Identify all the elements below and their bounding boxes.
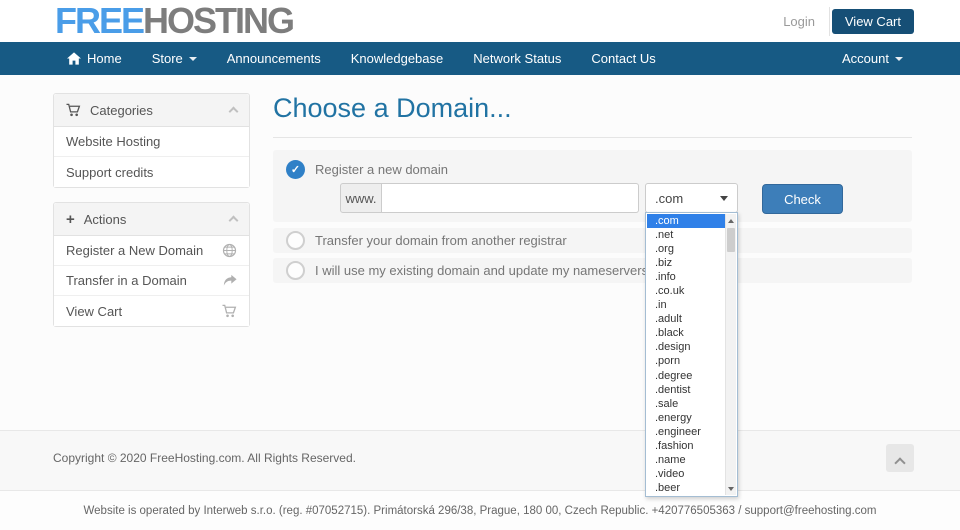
register-domain-option-row: ✓ Register a new domain: [273, 150, 912, 179]
radio-label: Transfer your domain from another regist…: [315, 233, 567, 248]
www-prefix-addon: www.: [340, 183, 382, 213]
tld-option[interactable]: .porn: [647, 354, 725, 368]
categories-panel-title: Categories: [90, 102, 153, 118]
tld-dropdown: .com .net .org .biz .info .co.uk .in .ad…: [645, 212, 738, 497]
nav-item-home[interactable]: Home: [52, 42, 137, 75]
categories-panel-header[interactable]: Categories: [54, 94, 249, 127]
actions-panel: + Actions Register a New Domain Transfer…: [53, 202, 250, 327]
dropdown-scrollbar[interactable]: [725, 214, 736, 495]
tld-option[interactable]: .design: [647, 340, 725, 354]
main-navbar: Home Store Announcements Knowledgebase N…: [0, 42, 960, 75]
action-item-transfer-domain[interactable]: Transfer in a Domain: [54, 266, 249, 296]
home-icon: [67, 52, 81, 65]
nav-item-label: Contact Us: [591, 51, 656, 66]
logo-free-text: FREE: [55, 0, 145, 41]
page-title: Choose a Domain...: [273, 93, 912, 138]
sidebar-category-item[interactable]: Support credits: [54, 157, 249, 187]
view-cart-button[interactable]: View Cart: [831, 9, 914, 34]
scroll-up-arrow-icon[interactable]: [726, 214, 736, 227]
logo-hosting-text: HOSTING: [143, 0, 295, 41]
chevron-up-icon: [228, 106, 239, 117]
tld-option[interactable]: .video: [647, 467, 725, 481]
tld-option[interactable]: .name: [647, 453, 725, 467]
nav-item-account[interactable]: Account: [827, 42, 918, 75]
plus-icon: +: [66, 210, 75, 228]
categories-list: Website Hosting Support credits: [54, 127, 249, 187]
caret-down-icon: [720, 195, 728, 201]
domain-name-input[interactable]: [382, 183, 639, 213]
check-button[interactable]: Check: [762, 184, 843, 214]
transfer-domain-option-row[interactable]: Transfer your domain from another regist…: [273, 228, 912, 253]
nav-item-network-status[interactable]: Network Status: [458, 42, 576, 75]
domain-input-group: www.: [340, 183, 639, 213]
chevron-up-icon: [894, 456, 906, 469]
actions-panel-header[interactable]: + Actions: [54, 203, 249, 236]
scrollbar-thumb[interactable]: [727, 228, 735, 252]
tld-option[interactable]: .net: [647, 228, 725, 242]
action-item-view-cart[interactable]: View Cart: [54, 296, 249, 326]
tld-select-value: .com: [655, 190, 684, 206]
tld-option[interactable]: .adult: [647, 312, 725, 326]
site-logo[interactable]: FREEHOSTING: [55, 0, 295, 42]
header-divider: [829, 7, 830, 36]
tld-option[interactable]: .biz: [647, 256, 725, 270]
freehosting-page: FREEHOSTING Login View Cart Home Store A…: [0, 0, 960, 530]
nav-item-label: Account: [842, 51, 889, 66]
radio-transfer-domain[interactable]: [286, 231, 305, 250]
operator-info-text: Website is operated by Interweb s.r.o. (…: [83, 505, 877, 517]
copyright-text: Copyright © 2020 FreeHosting.com. All Ri…: [53, 451, 356, 465]
categories-panel: Categories Website Hosting Support credi…: [53, 93, 250, 188]
top-header: FREEHOSTING Login View Cart: [0, 0, 960, 42]
chevron-up-icon: [228, 215, 239, 226]
sidebar-category-item[interactable]: Website Hosting: [54, 127, 249, 157]
action-item-register-domain[interactable]: Register a New Domain: [54, 236, 249, 266]
nav-item-label: Store: [151, 51, 183, 66]
tld-option[interactable]: .black: [647, 326, 725, 340]
existing-domain-option-row[interactable]: I will use my existing domain and update…: [273, 258, 912, 283]
nav-item-label: Network Status: [473, 51, 562, 66]
tld-option[interactable]: .info: [647, 270, 725, 284]
tld-select[interactable]: .com: [645, 183, 738, 213]
tld-dropdown-list: .com .net .org .biz .info .co.uk .in .ad…: [647, 214, 725, 495]
tld-option[interactable]: .in: [647, 298, 725, 312]
caret-down-icon: [188, 57, 197, 61]
globe-icon: [222, 243, 237, 258]
nav-item-label: Home: [87, 51, 122, 66]
tld-option[interactable]: .com: [647, 214, 725, 229]
cart-icon: [222, 304, 237, 318]
tld-option[interactable]: .beer: [647, 481, 725, 495]
tld-option[interactable]: .engineer: [647, 425, 725, 439]
footer: Copyright © 2020 FreeHosting.com. All Ri…: [0, 430, 960, 491]
nav-item-label: Announcements: [226, 51, 321, 66]
tld-option[interactable]: .fashion: [647, 439, 725, 453]
tld-option[interactable]: .energy: [647, 411, 725, 425]
nav-item-knowledgebase[interactable]: Knowledgebase: [336, 42, 459, 75]
caret-down-icon: [895, 57, 903, 61]
radio-existing-domain[interactable]: [286, 261, 305, 280]
tld-option[interactable]: .degree: [647, 369, 725, 383]
radio-register-domain-checked[interactable]: ✓: [286, 160, 305, 179]
nav-item-label: Knowledgebase: [350, 51, 444, 66]
action-item-label: Register a New Domain: [66, 243, 204, 258]
action-item-label: Transfer in a Domain: [66, 273, 187, 288]
scroll-to-top-button[interactable]: [886, 444, 914, 472]
tld-option[interactable]: .co.uk: [647, 284, 725, 298]
actions-panel-title: Actions: [83, 211, 127, 227]
login-link[interactable]: Login: [783, 14, 815, 29]
share-arrow-icon: [223, 274, 237, 287]
nav-item-announcements[interactable]: Announcements: [212, 42, 336, 75]
bottom-bar: Website is operated by Interweb s.r.o. (…: [0, 491, 960, 530]
cart-icon: [66, 103, 81, 117]
tld-option[interactable]: .org: [647, 242, 725, 256]
nav-item-contact-us[interactable]: Contact Us: [576, 42, 670, 75]
radio-label: I will use my existing domain and update…: [315, 263, 649, 278]
tld-option[interactable]: .dentist: [647, 383, 725, 397]
scroll-down-arrow-icon[interactable]: [726, 482, 736, 495]
radio-label: Register a new domain: [315, 162, 448, 177]
action-item-label: View Cart: [66, 303, 123, 319]
nav-item-store[interactable]: Store: [137, 42, 212, 75]
tld-option[interactable]: .sale: [647, 397, 725, 411]
